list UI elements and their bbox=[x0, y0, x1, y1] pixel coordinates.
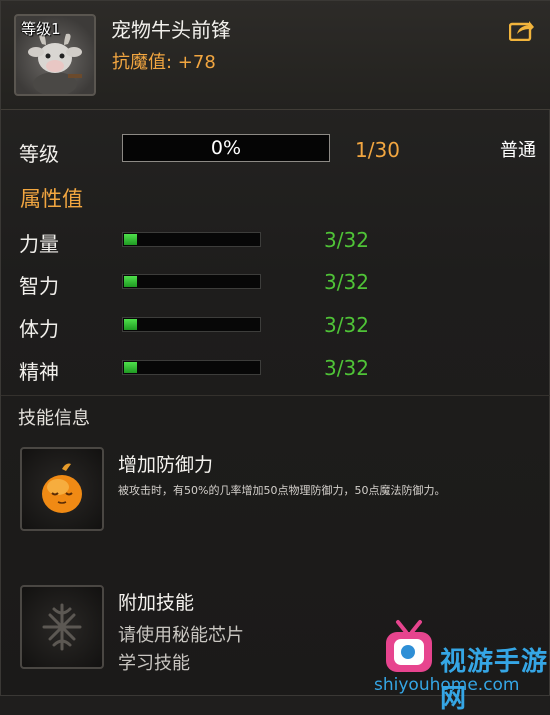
extra-skill-title: 附加技能 bbox=[118, 592, 195, 614]
attributes-title: 属性值 bbox=[20, 187, 83, 211]
attr-label-spirit: 精神 bbox=[19, 360, 59, 384]
attr-value-strength: 3/32 bbox=[324, 228, 369, 252]
skill-slot-defense[interactable] bbox=[20, 447, 104, 531]
level-progress-text: 0% bbox=[210, 137, 242, 159]
attr-bar-strength bbox=[122, 232, 261, 247]
level-count: 1/30 bbox=[355, 138, 400, 162]
locked-skill-icon bbox=[42, 603, 82, 651]
attr-value-spirit: 3/32 bbox=[324, 356, 369, 380]
attr-bar-stamina bbox=[122, 317, 261, 332]
attr-value-stamina: 3/32 bbox=[324, 313, 369, 337]
attr-fill bbox=[124, 362, 137, 373]
attr-fill bbox=[124, 234, 137, 245]
divider bbox=[1, 395, 550, 396]
skill-name: 增加防御力 bbox=[118, 454, 214, 476]
skill-description: 被攻击时，有50%的几率增加50点物理防御力，50点魔法防御力。 bbox=[118, 484, 446, 497]
attr-label-intellect: 智力 bbox=[19, 274, 59, 298]
pet-stat-line: 抗魔值: +78 bbox=[112, 52, 216, 73]
extra-skill-hint-1: 请使用秘能芯片 bbox=[118, 625, 244, 646]
quality-label: 普通 bbox=[500, 140, 536, 161]
attr-label-stamina: 体力 bbox=[19, 317, 59, 341]
attr-fill bbox=[124, 319, 137, 330]
level-progress-bar: 0% bbox=[122, 134, 330, 162]
level-label: 等级 bbox=[19, 142, 59, 166]
pet-level-badge: 等级1 bbox=[21, 20, 61, 38]
skill-slot-extra[interactable] bbox=[20, 585, 104, 669]
attr-value-intellect: 3/32 bbox=[324, 270, 369, 294]
pet-detail-panel: 等级1 宠物牛头前锋 抗魔值: +78 等级 0% 1/30 普通 属性值 力量… bbox=[0, 0, 550, 714]
attr-fill bbox=[124, 276, 137, 287]
attr-bar-spirit bbox=[122, 360, 261, 375]
attr-label-strength: 力量 bbox=[19, 232, 59, 256]
share-icon[interactable] bbox=[509, 19, 535, 41]
extra-skill-hint-2: 学习技能 bbox=[118, 653, 190, 674]
defense-skill-icon bbox=[42, 463, 82, 513]
skills-title: 技能信息 bbox=[18, 408, 90, 429]
pet-name: 宠物牛头前锋 bbox=[111, 18, 231, 42]
pet-header: 等级1 宠物牛头前锋 抗魔值: +78 bbox=[1, 1, 550, 110]
watermark-url: shiyouhome.com bbox=[374, 675, 520, 695]
attr-bar-intellect bbox=[122, 274, 261, 289]
tv-logo-icon bbox=[386, 620, 432, 672]
